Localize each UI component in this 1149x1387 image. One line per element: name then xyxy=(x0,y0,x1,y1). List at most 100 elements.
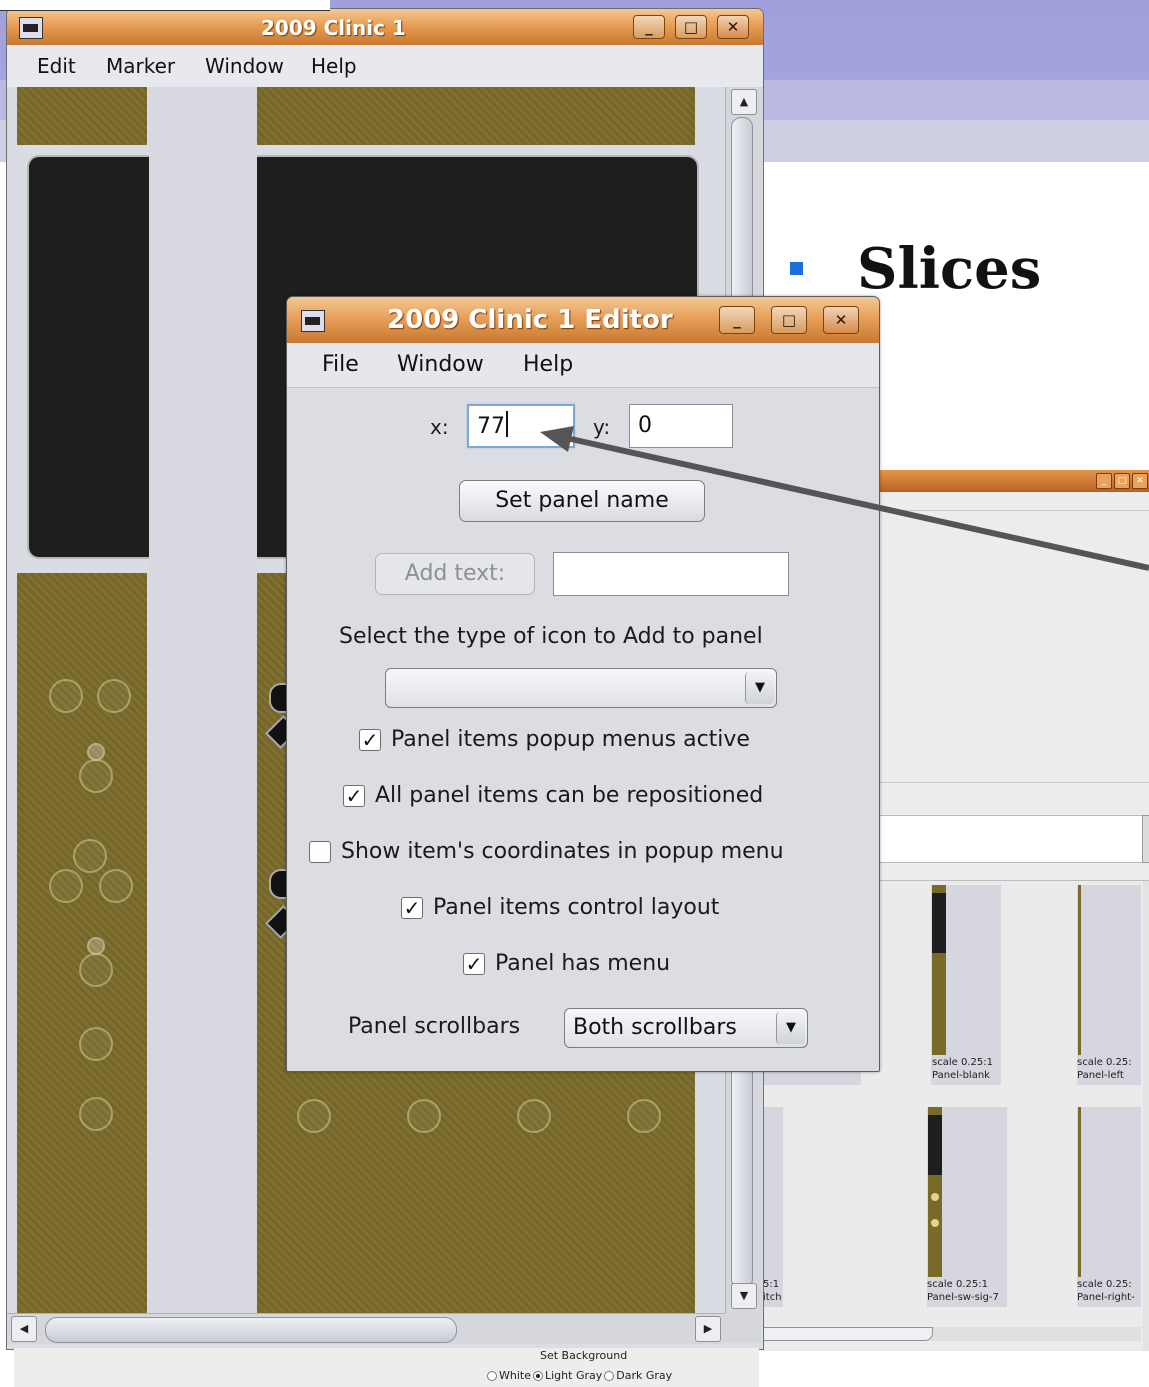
panel-scrollbars-select[interactable]: Both scrollbars ▼ xyxy=(564,1008,808,1048)
thumbnail-panel-left[interactable] xyxy=(1077,885,1141,1085)
minimize-button[interactable]: _ xyxy=(633,15,665,39)
thumbnail-scale-label: scale 0.25: xyxy=(1077,1057,1132,1068)
chevron-down-icon[interactable]: ▼ xyxy=(745,672,774,704)
lamp-icon[interactable] xyxy=(407,1099,441,1133)
radio-dark-gray[interactable] xyxy=(604,1370,615,1381)
lamp-icon[interactable] xyxy=(297,1099,331,1133)
top-logo-fragment xyxy=(0,0,330,11)
catalog-vertical-scrollbar[interactable] xyxy=(1143,881,1149,1351)
main-title-bar[interactable]: 2009 Clinic 1 _ □ ✕ xyxy=(7,9,763,46)
scroll-down-arrow-icon[interactable]: ▼ xyxy=(731,1283,757,1309)
lamp-icon[interactable] xyxy=(79,759,113,793)
lamp-icon[interactable] xyxy=(79,1027,113,1061)
radio-light-gray[interactable] xyxy=(533,1370,543,1381)
radio-dark-gray-label: Dark Gray xyxy=(616,1369,673,1382)
x-coordinate-label: x: xyxy=(430,415,449,439)
checkbox-row[interactable]: ✓ Panel items popup menus active xyxy=(359,727,750,752)
app-train-icon xyxy=(19,17,43,39)
maximize-button[interactable]: □ xyxy=(675,15,707,39)
editor-maximize-button[interactable]: □ xyxy=(771,306,807,334)
lamp-icon[interactable] xyxy=(517,1099,551,1133)
scroll-up-arrow-icon[interactable]: ▲ xyxy=(731,89,757,115)
lamp-icon[interactable] xyxy=(79,1097,113,1131)
editor-minimize-button[interactable]: _ xyxy=(719,306,755,334)
thumbnail-name-label: Panel-blank xyxy=(932,1070,990,1081)
checkbox-label: Show item's coordinates in popup menu xyxy=(341,839,784,864)
panel-scrollbars-value: Both scrollbars xyxy=(573,1015,737,1040)
panel-scrollbars-label: Panel scrollbars xyxy=(348,1014,521,1039)
catalog-close-button[interactable]: ✕ xyxy=(1132,473,1148,489)
checkbox-label: Panel has menu xyxy=(495,951,671,976)
icon-type-select[interactable]: ▼ xyxy=(385,668,777,708)
menu-window[interactable]: Window xyxy=(397,352,484,377)
icon-type-label: Select the type of icon to Add to panel xyxy=(339,624,763,649)
menu-edit[interactable]: Edit xyxy=(37,54,76,78)
thumbnail-name-label: Panel-sw-sig-7 xyxy=(927,1292,999,1303)
lamp-icon[interactable] xyxy=(99,869,133,903)
set-panel-name-button[interactable]: Set panel name xyxy=(459,480,705,522)
radio-white[interactable] xyxy=(487,1370,497,1381)
radio-white-label: White xyxy=(499,1369,531,1382)
slide-heading: Slices xyxy=(857,236,1042,302)
thumbnail-panel-blank[interactable] xyxy=(931,885,1001,1085)
menu-help[interactable]: Help xyxy=(523,352,573,377)
menu-file[interactable]: File xyxy=(322,352,359,377)
x-coordinate-field[interactable]: 77 xyxy=(467,404,575,448)
lamp-icon[interactable] xyxy=(73,839,107,873)
popup-menus-active-checkbox[interactable]: ✓ xyxy=(359,728,381,751)
show-coordinates-checkbox[interactable] xyxy=(309,840,331,863)
y-coordinate-field[interactable]: 0 xyxy=(629,404,733,448)
catalog-minimize-button[interactable]: _ xyxy=(1096,473,1112,489)
catalog-horizontal-scrollbar[interactable] xyxy=(741,1327,1141,1341)
thumbnail-scale-label: scale 0.25:1 xyxy=(927,1279,988,1290)
editor-title-bar[interactable]: 2009 Clinic 1 Editor _ □ ✕ xyxy=(287,297,879,344)
thumbnail-scale-label: scale 0.25: xyxy=(1077,1279,1132,1290)
editor-title: 2009 Clinic 1 Editor xyxy=(387,305,673,335)
thumbnail-scale-label: scale 0.25:1 xyxy=(932,1057,993,1068)
checkbox-row[interactable]: ✓ Panel has menu xyxy=(463,951,670,976)
close-button[interactable]: ✕ xyxy=(717,15,749,39)
lamp-icon[interactable] xyxy=(49,679,83,713)
checkbox-label: All panel items can be repositioned xyxy=(375,783,764,808)
menu-help[interactable]: Help xyxy=(311,54,357,78)
checkbox-row[interactable]: Show item's coordinates in popup menu xyxy=(309,839,784,864)
y-coordinate-label: y: xyxy=(593,415,611,439)
editor-dialog: 2009 Clinic 1 Editor _ □ ✕ File Window H… xyxy=(286,296,880,1072)
checkbox-row[interactable]: ✓ Panel items control layout xyxy=(401,895,719,920)
app-train-icon xyxy=(301,310,325,332)
horizontal-scroll-thumb[interactable] xyxy=(45,1317,457,1343)
panel-fascia-left xyxy=(27,155,151,559)
thumbnail-tile[interactable] xyxy=(761,1107,783,1307)
lamp-icon[interactable] xyxy=(627,1099,661,1133)
set-background-label: Set Background xyxy=(540,1349,628,1362)
thumbnail-panel-right[interactable] xyxy=(1077,1107,1141,1307)
radio-light-gray-label: Light Gray xyxy=(545,1369,603,1382)
control-layout-checkbox[interactable]: ✓ xyxy=(401,896,423,919)
editor-menu-bar: File Window Help xyxy=(287,343,879,388)
scroll-right-arrow-icon[interactable]: ▶ xyxy=(695,1316,721,1342)
main-horizontal-scrollbar[interactable]: ◀ ▶ xyxy=(7,1313,725,1344)
lamp-icon[interactable] xyxy=(79,953,113,987)
catalog-field-spinner[interactable] xyxy=(1142,815,1149,863)
scroll-left-arrow-icon[interactable]: ◀ xyxy=(11,1316,37,1342)
add-text-field[interactable] xyxy=(553,552,789,596)
chevron-down-icon[interactable]: ▼ xyxy=(776,1012,805,1044)
checkbox-label: Panel items control layout xyxy=(433,895,720,920)
main-menu-bar: Edit Marker Window Help xyxy=(7,45,763,88)
checkbox-label: Panel items popup menus active xyxy=(391,727,750,752)
add-text-button[interactable]: Add text: xyxy=(375,553,535,595)
thumbnail-name-label: itch xyxy=(763,1292,782,1303)
checkbox-row[interactable]: ✓ All panel items can be repositioned xyxy=(343,783,763,808)
menu-marker[interactable]: Marker xyxy=(106,54,175,78)
panel-has-menu-checkbox[interactable]: ✓ xyxy=(463,952,485,975)
thumbnail-panel-sw-sig-7[interactable] xyxy=(927,1107,1007,1307)
menu-window[interactable]: Window xyxy=(205,54,284,78)
repositioned-checkbox[interactable]: ✓ xyxy=(343,784,365,807)
lamp-icon[interactable] xyxy=(97,679,131,713)
text-cursor xyxy=(506,411,508,437)
catalog-maximize-button[interactable]: □ xyxy=(1114,473,1130,489)
thumbnail-name-label: Panel-right- xyxy=(1077,1292,1135,1303)
thumbnail-name-label: Panel-left xyxy=(1077,1070,1124,1081)
lamp-icon[interactable] xyxy=(49,869,83,903)
editor-close-button[interactable]: ✕ xyxy=(823,306,859,334)
